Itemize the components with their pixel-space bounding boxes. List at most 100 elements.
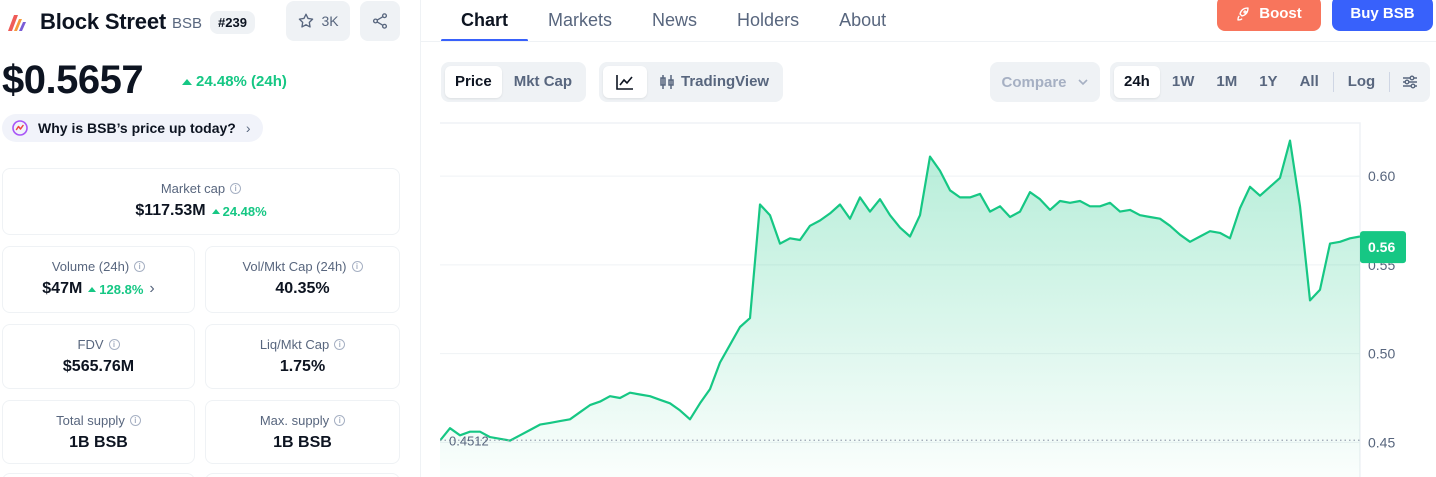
y-tick-label: 0.45 <box>1368 434 1395 450</box>
tradingview-toggle[interactable]: TradingView <box>649 66 779 98</box>
compare-label: Compare <box>1001 73 1067 91</box>
caret-up-icon <box>88 286 97 292</box>
volume-change: 128.8% <box>88 282 143 297</box>
ai-chat-icon <box>12 120 28 136</box>
rocket-icon <box>1237 6 1249 21</box>
why-price-up-button[interactable]: Why is BSB’s price up today? › <box>2 114 263 142</box>
chart-settings-button[interactable] <box>1394 66 1426 98</box>
info-icon[interactable]: i <box>129 415 141 426</box>
chevron-right-icon: › <box>245 120 251 136</box>
tab-markets[interactable]: Markets <box>528 0 632 42</box>
watchlist-button[interactable]: 3K <box>286 1 350 41</box>
coin-name: Block Street <box>40 9 166 34</box>
line-chart-icon <box>616 75 633 90</box>
boost-label: Boost <box>1259 5 1302 22</box>
compare-dropdown[interactable]: Compare <box>990 62 1100 102</box>
range-1w[interactable]: 1W <box>1162 66 1205 98</box>
open-price-label: 0.4512 <box>449 433 489 448</box>
info-icon[interactable]: i <box>108 339 120 350</box>
why-price-up-label: Why is BSB’s price up today? <box>38 120 236 136</box>
coin-logo-icon <box>6 11 28 33</box>
vol-mkt-cap-label: Vol/Mkt Cap (24h) <box>242 259 347 274</box>
market-cap-value: $117.53M <box>135 202 206 219</box>
toolbar-separator <box>1332 72 1334 92</box>
boost-button[interactable]: Boost <box>1217 0 1321 31</box>
fdv-card: FDV i $565.76M <box>2 324 195 389</box>
tradingview-label: TradingView <box>681 73 770 90</box>
candlestick-icon <box>660 75 674 89</box>
coin-overview-panel: Block Street BSB #239 3K $0.5657 24.48% … <box>0 0 410 477</box>
chevron-right-icon: › <box>149 280 155 297</box>
fdv-label: FDV <box>77 337 104 352</box>
market-cap-change: 24.48% <box>211 203 267 219</box>
rank-badge: #239 <box>210 10 255 34</box>
liq-mkt-cap-value: 1.75% <box>279 358 326 375</box>
info-icon[interactable]: i <box>230 183 242 194</box>
buy-button[interactable]: Buy BSB <box>1332 0 1433 31</box>
market-cap-change-value: 24.48% <box>222 203 267 219</box>
watchlist-count: 3K <box>321 13 339 29</box>
tab-chart[interactable]: Chart <box>441 0 529 42</box>
max-supply-value: 1B BSB <box>273 434 332 451</box>
current-price-axis-label: 0.56 <box>1368 239 1395 255</box>
chevron-down-icon <box>1077 79 1088 86</box>
total-supply-label: Total supply <box>56 413 125 428</box>
chart-style-toggle: TradingView <box>599 62 784 102</box>
price-chart-svg: 0.4512 0.600.550.500.45 0.56 <box>439 122 1406 477</box>
range-1m[interactable]: 1M <box>1206 66 1247 98</box>
detail-tabs: Chart Markets News Holders About <box>441 0 906 42</box>
caret-up-icon <box>182 78 192 85</box>
y-tick-label: 0.50 <box>1368 346 1395 362</box>
time-range-toggle: 24h 1W 1M 1Y All Log <box>1110 62 1431 102</box>
share-button[interactable] <box>360 1 400 41</box>
liq-mkt-cap-label: Liq/Mkt Cap <box>259 337 330 352</box>
line-chart-toggle[interactable] <box>603 66 647 98</box>
log-scale-toggle[interactable]: Log <box>1338 66 1386 98</box>
vol-mkt-cap-value: 40.35% <box>275 280 330 297</box>
metric-toggle: Price Mkt Cap <box>441 62 587 102</box>
current-price: $0.5657 <box>2 58 144 102</box>
range-1y[interactable]: 1Y <box>1249 66 1287 98</box>
price-toggle[interactable]: Price <box>445 66 502 98</box>
price-change-24h: 24.48% (24h) <box>182 73 287 90</box>
y-tick-label: 0.60 <box>1368 168 1395 184</box>
toolbar-separator <box>1389 72 1391 92</box>
volume-value: $47M <box>42 280 83 297</box>
next-stat-card <box>2 473 195 477</box>
total-supply-card: Total supply i 1B BSB <box>2 400 195 464</box>
tab-news[interactable]: News <box>632 0 717 42</box>
coin-symbol: BSB <box>171 15 202 32</box>
info-icon[interactable]: i <box>134 261 146 272</box>
volume-change-value: 128.8% <box>99 281 144 297</box>
share-icon <box>372 13 388 29</box>
liq-mkt-cap-card: Liq/Mkt Cap i 1.75% <box>205 324 400 389</box>
next-stat-card <box>205 473 400 477</box>
market-cap-card: Market cap i $117.53M 24.48% <box>2 168 400 235</box>
price-chart[interactable]: 0.4512 0.60 0.55 0.50 0.45 0.56 <box>439 122 1436 477</box>
tab-holders[interactable]: Holders <box>717 0 819 42</box>
volume-label: Volume (24h) <box>51 259 130 274</box>
mkt-cap-toggle[interactable]: Mkt Cap <box>504 66 582 98</box>
range-24h[interactable]: 24h <box>1114 66 1160 98</box>
max-supply-card: Max. supply i 1B BSB <box>205 400 400 464</box>
volume-card[interactable]: Volume (24h) i $47M 128.8% › <box>2 246 195 313</box>
range-all[interactable]: All <box>1290 66 1329 98</box>
total-supply-value: 1B BSB <box>69 434 128 451</box>
info-icon[interactable]: i <box>351 261 363 272</box>
fdv-value: $565.76M <box>62 358 135 375</box>
sliders-icon <box>1403 75 1418 89</box>
tab-about[interactable]: About <box>819 0 906 42</box>
panel-divider <box>420 0 421 477</box>
coin-header: Block Street BSB #239 <box>6 4 255 40</box>
info-icon[interactable]: i <box>334 339 346 350</box>
max-supply-label: Max. supply <box>259 413 330 428</box>
market-cap-label: Market cap <box>160 181 226 196</box>
price-area-fill <box>440 140 1360 477</box>
current-price-marker: 0.56 <box>1360 231 1406 264</box>
star-icon <box>299 13 314 28</box>
info-icon[interactable]: i <box>334 415 346 426</box>
vol-mkt-cap-card: Vol/Mkt Cap (24h) i 40.35% <box>205 246 400 313</box>
caret-up-icon <box>211 208 220 214</box>
tabs-divider <box>421 41 1436 42</box>
price-change-value: 24.48% (24h) <box>196 73 287 90</box>
